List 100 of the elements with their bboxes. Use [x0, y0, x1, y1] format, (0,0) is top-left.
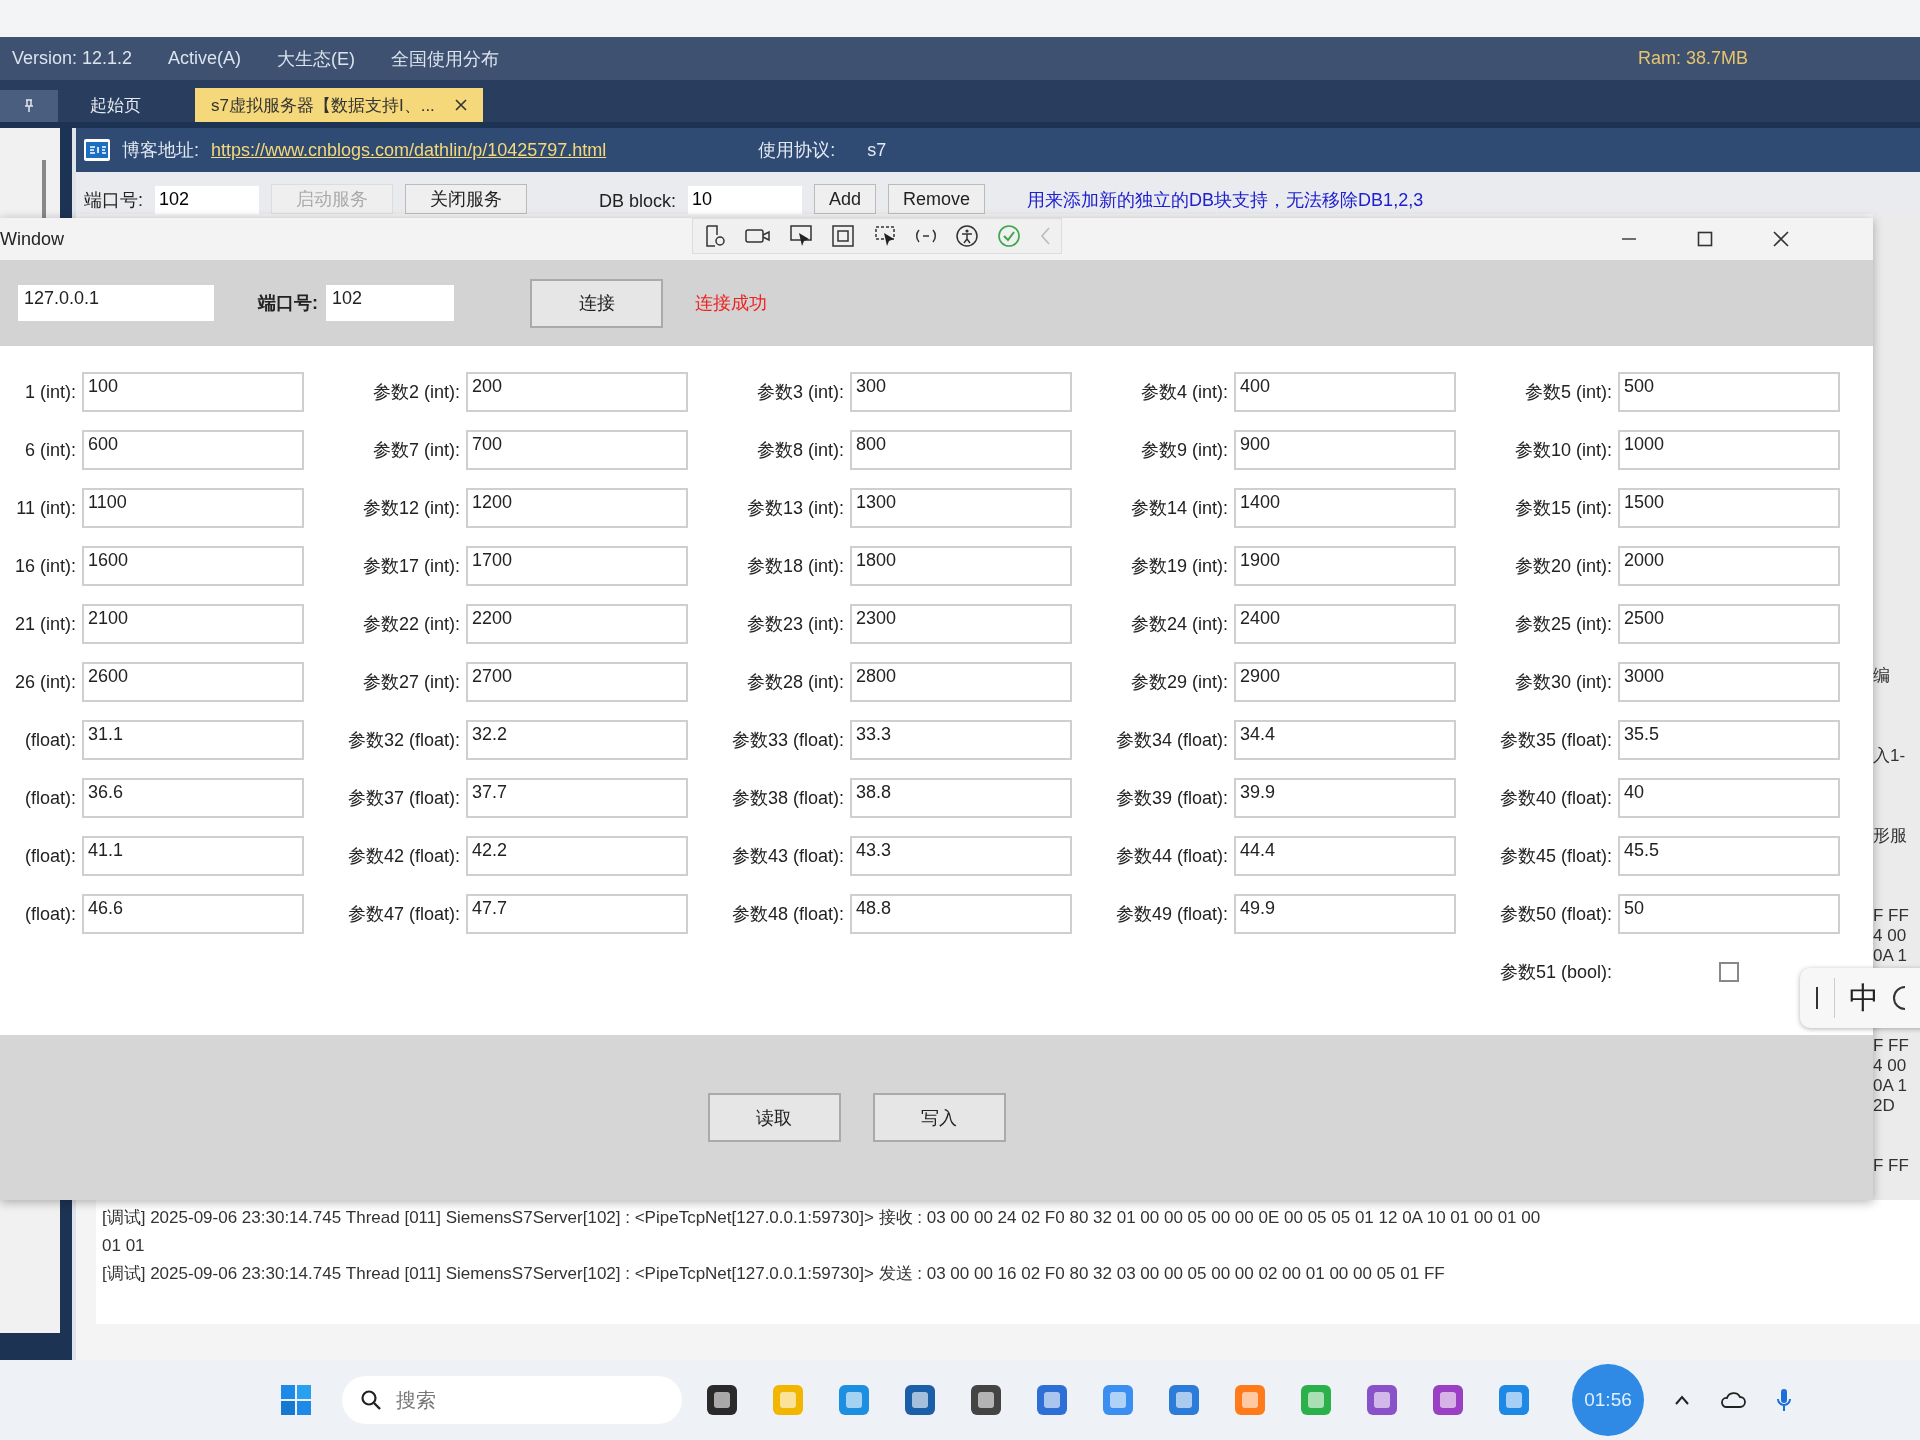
parameter-field[interactable]: 700	[466, 430, 688, 470]
microphone-icon[interactable]	[1776, 1387, 1792, 1413]
parameter-label: 参数17 (int):	[361, 555, 460, 578]
parameter-field[interactable]: 44.4	[1234, 836, 1456, 876]
connect-button[interactable]: 连接	[530, 278, 663, 328]
close-icon[interactable]	[454, 99, 467, 111]
parameter-label: 参数47 (float):	[346, 903, 460, 926]
parameter-field[interactable]: 46.6	[82, 894, 304, 934]
document-gear-icon[interactable]	[703, 224, 727, 248]
parameter-label: 1 (int):	[24, 381, 76, 403]
windows-start-icon[interactable]	[280, 1384, 312, 1416]
parameter-field[interactable]: 1200	[466, 488, 688, 528]
parameter-field[interactable]: 1700	[466, 546, 688, 586]
parameter-field[interactable]: 800	[850, 430, 1072, 470]
parameter-field[interactable]: 45.5	[1618, 836, 1840, 876]
parameter-label: 参数43 (float):	[730, 845, 844, 868]
add-button[interactable]: Add	[814, 184, 877, 214]
text-cursor-icon[interactable]	[1814, 986, 1820, 1010]
action-button[interactable]: 写入	[872, 1093, 1006, 1142]
parameter-field[interactable]: 2600	[82, 662, 304, 702]
parameter-field[interactable]: 600	[82, 430, 304, 470]
cloud-icon[interactable]	[1720, 1391, 1746, 1409]
parameter-field[interactable]: 42.2	[466, 836, 688, 876]
input-mode[interactable]: 中	[1849, 977, 1879, 1019]
cut-off-text: 编	[1873, 666, 1891, 686]
action-button[interactable]: 读取	[707, 1093, 841, 1142]
moon-icon[interactable]	[1893, 984, 1907, 1012]
parameter-field[interactable]: 47.7	[466, 894, 688, 934]
parameter-field[interactable]: 35.5	[1618, 720, 1840, 760]
menu-item[interactable]: 大生态(E)	[277, 46, 356, 71]
parameter-field[interactable]: 200	[466, 372, 688, 412]
parameter-field[interactable]: 39.9	[1234, 778, 1456, 818]
app-icon[interactable]	[902, 1382, 938, 1418]
parameter-field[interactable]: 1500	[1618, 488, 1840, 528]
db-note: 用来添加新的独立的DB块支持，无法移除DB1,2,3	[1027, 189, 1424, 212]
parameter-field[interactable]: 500	[1618, 372, 1840, 412]
parameter-field[interactable]: 34.4	[1234, 720, 1456, 760]
parameter-field[interactable]: 32.2	[466, 720, 688, 760]
close-icon[interactable]	[1773, 231, 1789, 247]
parameter-field[interactable]: 48.8	[850, 894, 1072, 934]
parameter-field[interactable]: 2900	[1234, 662, 1456, 702]
app-icon[interactable]	[704, 1382, 740, 1418]
maximize-icon[interactable]	[1697, 231, 1713, 247]
parameter-field[interactable]: 1100	[82, 488, 304, 528]
document-tab[interactable]: 起始页	[74, 88, 157, 122]
parameter-field[interactable]: 900	[1234, 430, 1456, 470]
menu-item[interactable]: 全国使用分布	[391, 46, 500, 71]
parameter-field[interactable]: 43.3	[850, 836, 1072, 876]
taskbar-search-field[interactable]: 搜索	[342, 1376, 682, 1424]
cursor-screen-icon[interactable]	[789, 224, 813, 248]
parameter-field[interactable]: 2300	[850, 604, 1072, 644]
parameter-field[interactable]: 33.3	[850, 720, 1072, 760]
parameter-field[interactable]: 41.1	[82, 836, 304, 876]
cut-off-text: F FF	[1873, 906, 1910, 926]
app-icon[interactable]	[968, 1382, 1004, 1418]
parameter-field[interactable]: 2100	[82, 604, 304, 644]
parameter-label: 参数29 (int):	[1129, 671, 1228, 694]
blog-link[interactable]: https://www.cnblogs.com/dathlin/p/10425797.html	[211, 139, 607, 161]
port-field[interactable]: 102	[326, 285, 454, 321]
parameter-field[interactable]: 100	[82, 372, 304, 412]
parameter-label: (float):	[24, 845, 76, 867]
parameter-field[interactable]: 1600	[82, 546, 304, 586]
parameter-field[interactable]: 2800	[850, 662, 1072, 702]
db-block-field[interactable]: 10	[688, 186, 803, 214]
video-camera-icon[interactable]	[745, 226, 771, 246]
accessibility-icon[interactable]	[955, 224, 979, 248]
stop-service-button[interactable]: 关闭服务	[405, 184, 527, 214]
parameter-field[interactable]: 1900	[1234, 546, 1456, 586]
parameter-label: 参数20 (int):	[1513, 555, 1612, 578]
parameter-field[interactable]: 400	[1234, 372, 1456, 412]
port-field[interactable]: 102	[155, 186, 259, 214]
parameter-field[interactable]: 31.1	[82, 720, 304, 760]
pin-icon[interactable]	[24, 99, 34, 113]
parameter-field[interactable]: 1400	[1234, 488, 1456, 528]
parameter-field[interactable]: 36.6	[82, 778, 304, 818]
region-select-icon[interactable]	[873, 224, 897, 248]
chevron-up-icon[interactable]	[1674, 1394, 1690, 1406]
parameter-field[interactable]: 38.8	[850, 778, 1072, 818]
parameter-field[interactable]: 37.7	[466, 778, 688, 818]
parameter-field[interactable]: 2200	[466, 604, 688, 644]
parameter-field[interactable]: 49.9	[1234, 894, 1456, 934]
parameter-field[interactable]: 300	[850, 372, 1072, 412]
parameter-field[interactable]: 1300	[850, 488, 1072, 528]
parameter-field[interactable]: 1000	[1618, 430, 1840, 470]
parameter-field[interactable]: 3000	[1618, 662, 1840, 702]
cut-off-text: 0A 1	[1873, 946, 1909, 966]
parameter-field[interactable]: 2700	[466, 662, 688, 702]
ip-address-field[interactable]: 127.0.0.1	[18, 285, 214, 321]
menu-item[interactable]: Active(A)	[168, 48, 242, 69]
parameter-field[interactable]: 50	[1618, 894, 1840, 934]
document-tab[interactable]: s7虚拟服务器【数据支持I、...	[195, 88, 483, 122]
checkmark-icon[interactable]	[997, 224, 1021, 248]
checkbox[interactable]	[1719, 962, 1739, 982]
remove-button[interactable]: Remove	[888, 184, 986, 214]
parameter-field[interactable]: 40	[1618, 778, 1840, 818]
parameter-field[interactable]: 2500	[1618, 604, 1840, 644]
parameter-field[interactable]: 2400	[1234, 604, 1456, 644]
parameter-field[interactable]: 2000	[1618, 546, 1840, 586]
square-frame-icon[interactable]	[831, 224, 855, 248]
parameter-field[interactable]: 1800	[850, 546, 1072, 586]
